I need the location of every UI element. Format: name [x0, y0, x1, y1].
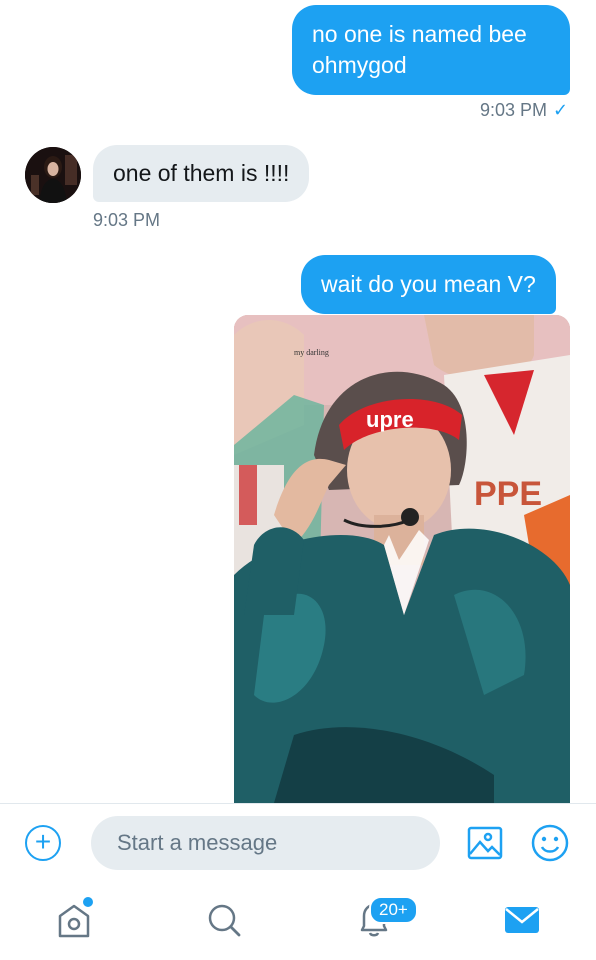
- checkmark-icon: ✓: [553, 100, 569, 120]
- message-text: no one is named bee ohmygod: [312, 21, 527, 78]
- emoji-icon[interactable]: [530, 823, 570, 863]
- tab-search[interactable]: [204, 898, 244, 942]
- svg-text:upre: upre: [366, 407, 414, 432]
- tabbar-divider: [0, 884, 596, 885]
- mail-icon: [505, 907, 539, 933]
- svg-text:my darling: my darling: [294, 348, 329, 357]
- notification-badge: 20+: [369, 896, 418, 924]
- plus-icon[interactable]: +: [25, 825, 61, 861]
- avatar[interactable]: [25, 147, 81, 203]
- message-text: one of them is !!!!: [113, 160, 290, 186]
- message-timestamp: 9:03 PM: [93, 210, 161, 230]
- message-image[interactable]: PPE upre my darling: [234, 315, 570, 803]
- message-bubble-outgoing[interactable]: no one is named bee ohmygod: [292, 5, 570, 95]
- message-text: wait do you mean V?: [321, 271, 536, 297]
- search-icon: [208, 904, 241, 937]
- message-input[interactable]: Start a message: [91, 816, 440, 870]
- notification-dot: [83, 897, 93, 907]
- composer-divider: [0, 803, 596, 804]
- message-timestamp: 9:03 PM ✓: [480, 100, 569, 120]
- message-thread[interactable]: no one is named bee ohmygod 9:03 PM ✓ one…: [0, 0, 596, 803]
- svg-text:PPE: PPE: [474, 475, 542, 513]
- photo-icon[interactable]: [466, 824, 504, 862]
- tab-messages[interactable]: [502, 898, 542, 942]
- message-bubble-incoming[interactable]: one of them is !!!!: [93, 145, 310, 202]
- message-bubble-outgoing[interactable]: wait do you mean V?: [301, 255, 556, 314]
